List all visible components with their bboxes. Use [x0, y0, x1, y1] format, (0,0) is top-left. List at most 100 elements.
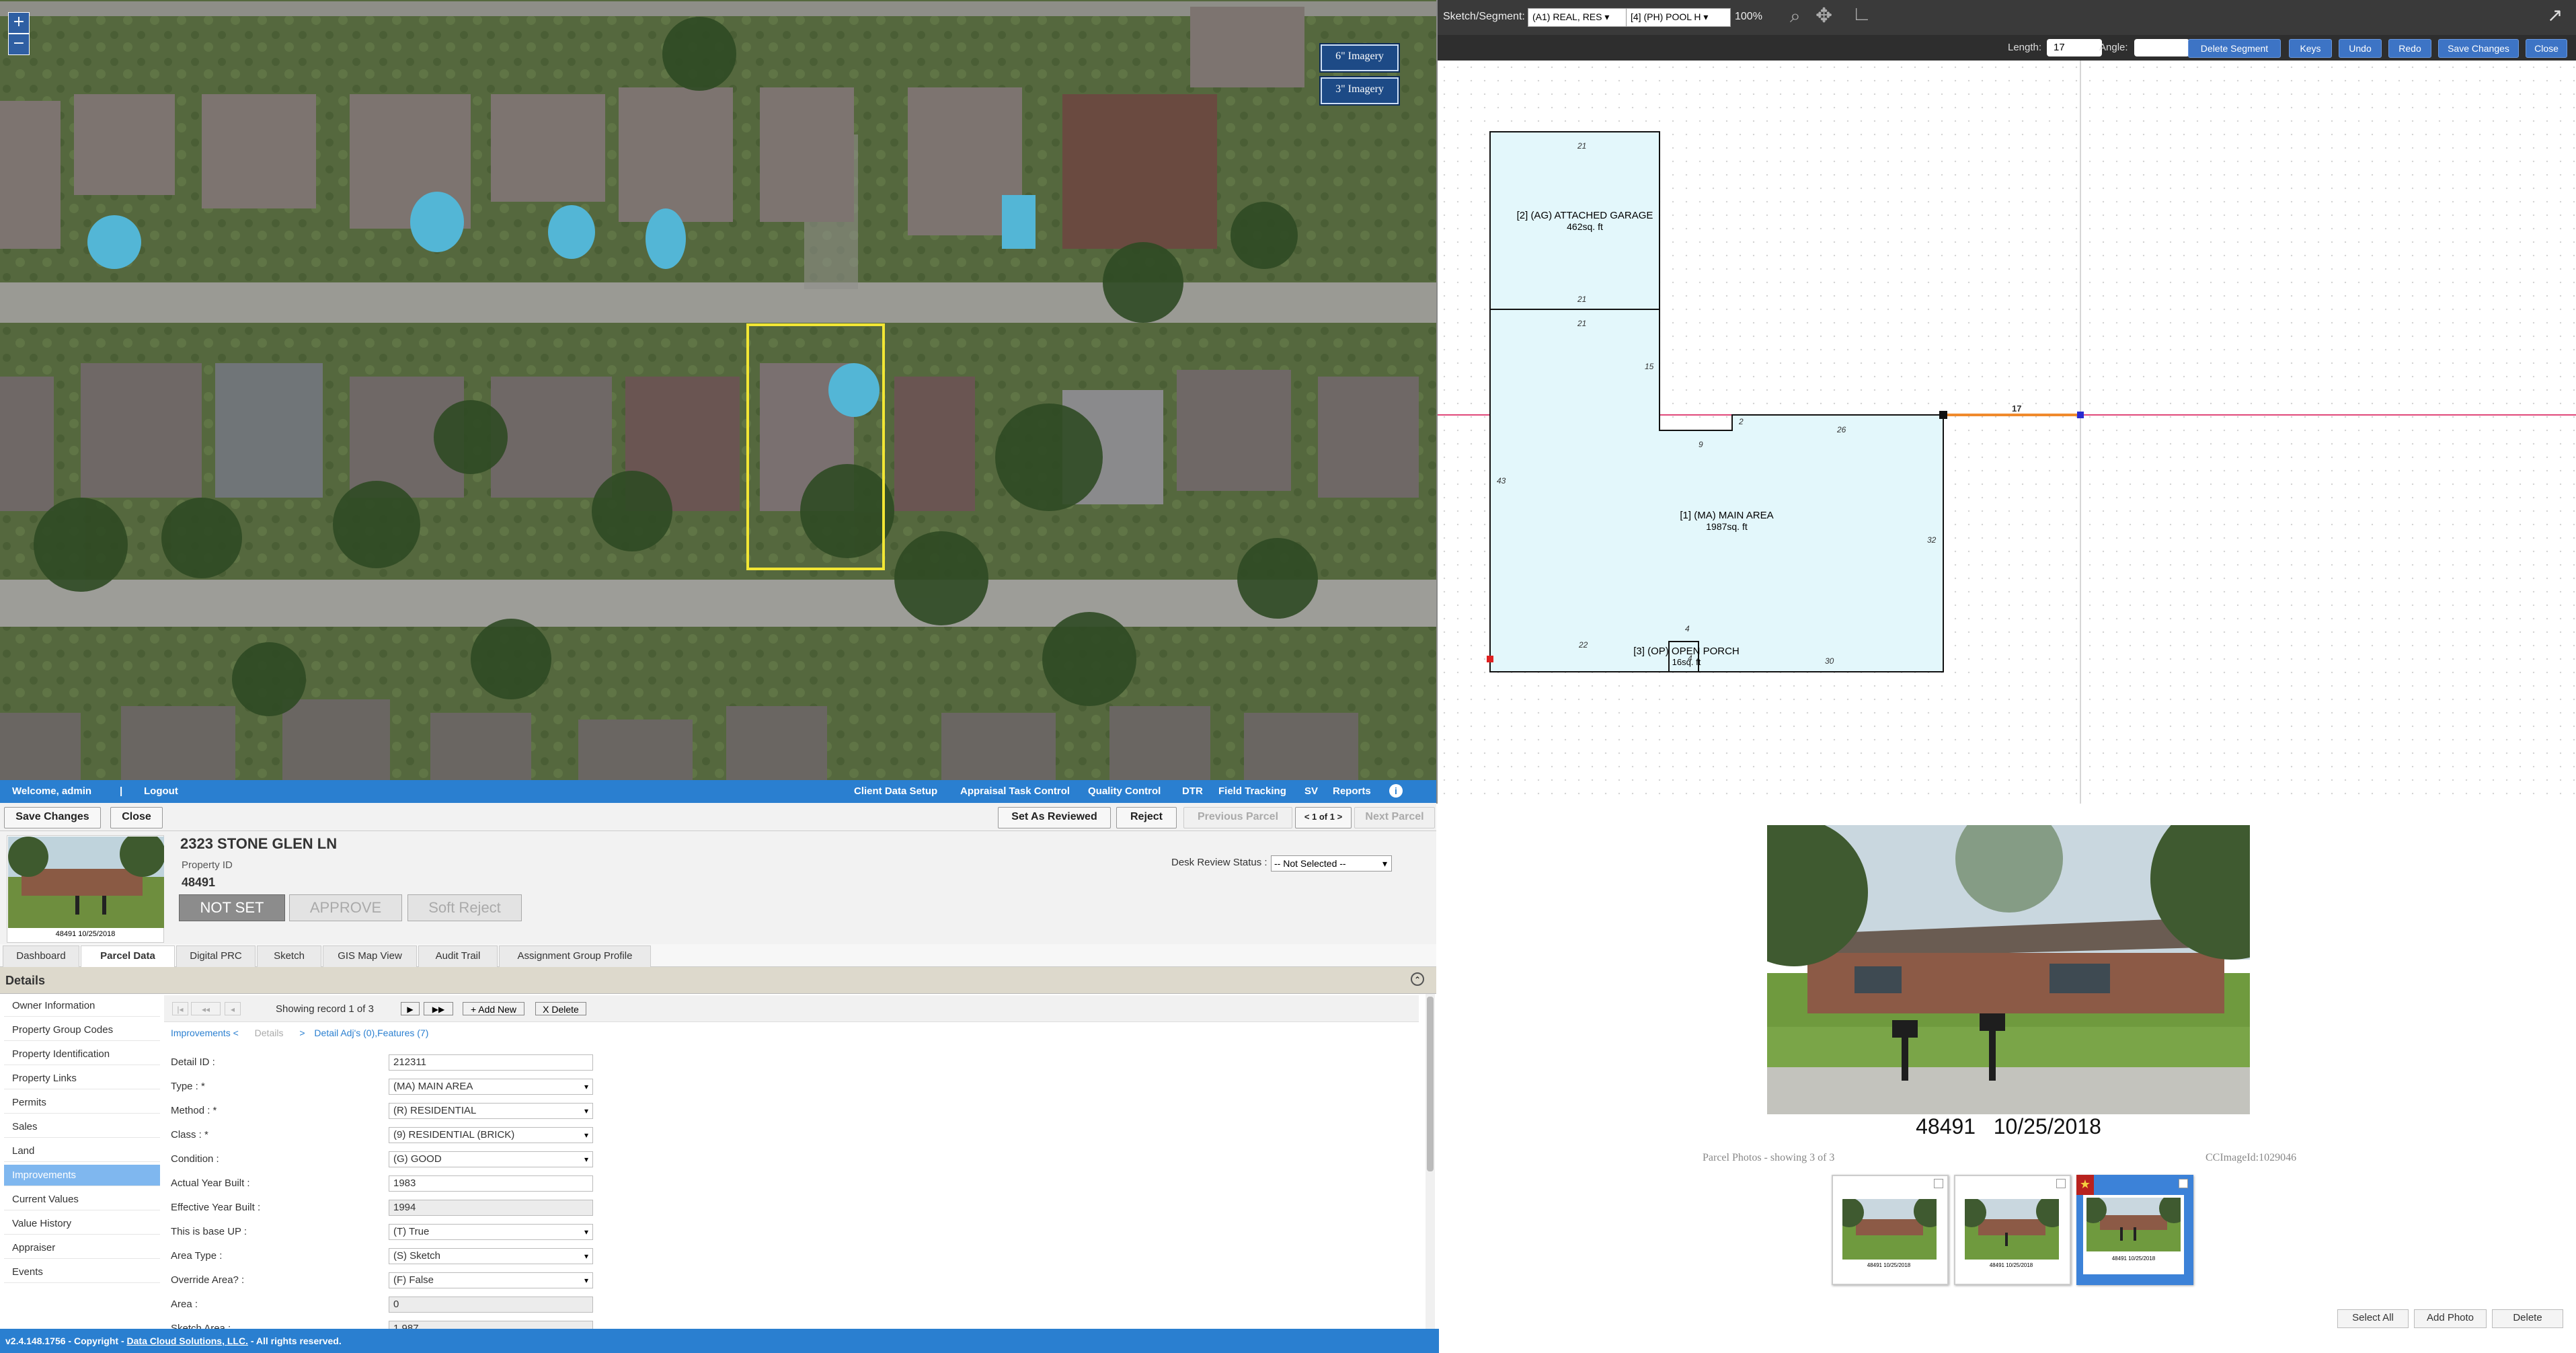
dim-label: 43 — [1497, 476, 1506, 486]
sketch-save-changes-button[interactable]: Save Changes — [2438, 39, 2519, 58]
menu-appraiser[interactable]: Appraiser — [4, 1237, 160, 1259]
field-input[interactable]: 1983 — [389, 1175, 593, 1192]
reject-button[interactable]: Reject — [1116, 807, 1177, 828]
house-photo-thumb — [8, 837, 164, 928]
tab-parcel-data[interactable]: Parcel Data — [81, 945, 175, 968]
add-new-button[interactable]: + Add New — [463, 1002, 524, 1015]
map-zoom-out-button[interactable]: − — [8, 34, 30, 55]
previous-parcel-button[interactable]: Previous Parcel — [1183, 807, 1292, 828]
menu-improvements[interactable]: Improvements — [4, 1165, 160, 1186]
menu-property-links[interactable]: Property Links — [4, 1068, 160, 1089]
menu-owner-information[interactable]: Owner Information — [4, 995, 160, 1017]
tab-dashboard[interactable]: Dashboard — [3, 945, 79, 968]
tab-assignment-group-profile[interactable]: Assignment Group Profile — [499, 945, 651, 968]
field-select[interactable]: (G) GOOD ▾ — [389, 1151, 593, 1167]
status-soft-reject-button[interactable]: Soft Reject — [407, 894, 522, 921]
photo-thumb-1[interactable]: 48491 10/25/2018 — [1832, 1175, 1949, 1285]
aerial-map[interactable]: + − 6" Imagery 3" Imagery — [0, 0, 1436, 780]
select-all-button[interactable]: Select All — [2337, 1309, 2409, 1328]
tab-gis-map-view[interactable]: GIS Map View — [323, 945, 417, 968]
angle-input[interactable] — [2134, 39, 2189, 56]
breadcrumb-features[interactable]: Detail Adj's (0),Features (7) — [314, 1028, 428, 1038]
expand-icon[interactable]: ↗ — [2547, 4, 2563, 26]
nav-field-tracking[interactable]: Field Tracking — [1218, 785, 1286, 797]
photo-thumb-2[interactable]: 48491 10/25/2018 — [1954, 1175, 2071, 1285]
info-icon[interactable]: i — [1389, 784, 1403, 798]
save-changes-button[interactable]: Save Changes — [4, 807, 101, 828]
nav-appraisal-task-control[interactable]: Appraisal Task Control — [960, 785, 1070, 797]
close-button[interactable]: Close — [110, 807, 163, 828]
menu-property-identification[interactable]: Property Identification — [4, 1044, 160, 1065]
nav-reports[interactable]: Reports — [1333, 785, 1371, 797]
map-zoom-in-button[interactable]: + — [8, 12, 30, 34]
imagery-6in-button[interactable]: 6" Imagery — [1321, 44, 1399, 71]
star-icon: ★ — [2076, 1175, 2094, 1195]
first-record-icon[interactable]: |◂ — [172, 1002, 188, 1015]
nav-client-data-setup[interactable]: Client Data Setup — [854, 785, 937, 797]
field-select[interactable]: (R) RESIDENTIAL ▾ — [389, 1103, 593, 1119]
status-not-set-button[interactable]: NOT SET — [179, 894, 285, 921]
thumb-checkbox[interactable] — [2056, 1179, 2066, 1188]
parcel-pager[interactable]: < 1 of 1 > — [1295, 807, 1352, 828]
field-input[interactable]: 1994 — [389, 1200, 593, 1216]
field-select[interactable]: (S) Sketch ▾ — [389, 1248, 593, 1264]
menu-property-group-codes[interactable]: Property Group Codes — [4, 1019, 160, 1041]
magnifier-icon[interactable]: ⌕ — [1790, 5, 1801, 28]
main-house-photo[interactable] — [1767, 825, 2250, 1114]
tab-sketch[interactable]: Sketch — [257, 945, 321, 968]
tab-audit-trail[interactable]: Audit Trail — [418, 945, 498, 968]
undo-button[interactable]: Undo — [2339, 39, 2382, 58]
add-photo-button[interactable]: Add Photo — [2414, 1309, 2487, 1328]
nav-sv[interactable]: SV — [1304, 785, 1318, 797]
forward-icon[interactable]: ▶▶ — [424, 1002, 453, 1015]
nav-dtr[interactable]: DTR — [1182, 785, 1203, 797]
segment-select-2[interactable]: [4] (PH) POOL H ▾ — [1626, 8, 1731, 27]
scrollbar-thumb[interactable] — [1427, 997, 1434, 1171]
length-input[interactable]: 17 — [2047, 39, 2102, 56]
menu-sales[interactable]: Sales — [4, 1116, 160, 1138]
field-select[interactable]: (9) RESIDENTIAL (BRICK) ▾ — [389, 1127, 593, 1143]
delete-photo-button[interactable]: Delete — [2492, 1309, 2563, 1328]
field-select[interactable]: (F) False ▾ — [389, 1272, 593, 1288]
next-parcel-button[interactable]: Next Parcel — [1354, 807, 1435, 828]
set-as-reviewed-button[interactable]: Set As Reviewed — [998, 807, 1111, 828]
segment-select[interactable]: (A1) REAL, RES ▾ — [1528, 8, 1631, 27]
menu-value-history[interactable]: Value History — [4, 1213, 160, 1235]
thumb-checkbox[interactable] — [2179, 1179, 2188, 1188]
field-input[interactable]: 212311 — [389, 1054, 593, 1071]
menu-land[interactable]: Land — [4, 1141, 160, 1162]
sketch-canvas[interactable]: [2] (AG) ATTACHED GARAGE 462sq. ft [1] (M… — [1438, 61, 2576, 804]
breadcrumb-improvements[interactable]: Improvements < — [171, 1028, 239, 1038]
sketch-zoom-level: 100% — [1735, 11, 1762, 22]
menu-current-values[interactable]: Current Values — [4, 1189, 160, 1210]
pan-arrows-icon[interactable]: ✥ — [1816, 4, 1832, 28]
sketch-close-button[interactable]: Close — [2526, 39, 2567, 58]
next-record-icon[interactable]: ▶ — [401, 1002, 420, 1015]
imagery-3in-button[interactable]: 3" Imagery — [1321, 77, 1399, 104]
field-input[interactable]: 0 — [389, 1297, 593, 1313]
desk-review-select[interactable]: -- Not Selected -- ▾ — [1271, 855, 1392, 872]
nav-quality-control[interactable]: Quality Control — [1088, 785, 1161, 797]
tab-digital-prc[interactable]: Digital PRC — [176, 945, 256, 968]
field-select[interactable]: (T) True ▾ — [389, 1224, 593, 1240]
thumb-checkbox[interactable] — [1934, 1179, 1943, 1188]
delete-record-button[interactable]: X Delete — [535, 1002, 586, 1015]
menu-permits[interactable]: Permits — [4, 1092, 160, 1114]
content-scrollbar[interactable] — [1426, 994, 1435, 1329]
redo-button[interactable]: Redo — [2388, 39, 2431, 58]
chevron-down-icon: ▾ — [584, 1155, 588, 1164]
company-link[interactable]: Data Cloud Solutions, LLC. — [127, 1336, 248, 1346]
collapse-icon[interactable]: ⌃ — [1411, 972, 1424, 986]
property-thumbnail[interactable]: 48491 10/25/2018 — [7, 835, 164, 943]
main-area-label: [1] (MA) MAIN AREA 1987sq. ft — [1680, 510, 1774, 532]
logout-link[interactable]: Logout — [144, 785, 178, 797]
field-select[interactable]: (MA) MAIN AREA ▾ — [389, 1079, 593, 1095]
keys-button[interactable]: Keys — [2289, 39, 2332, 58]
photo-thumb-3[interactable]: ★ 48491 10/25/2018 — [2076, 1175, 2193, 1285]
angle-tool-icon[interactable]: ∟ — [1852, 3, 1871, 26]
prev-record-icon[interactable]: ◂ — [225, 1002, 241, 1015]
status-approve-button[interactable]: APPROVE — [289, 894, 402, 921]
rewind-icon[interactable]: ◂◂ — [191, 1002, 221, 1015]
menu-events[interactable]: Events — [4, 1262, 160, 1283]
delete-segment-button[interactable]: Delete Segment — [2188, 39, 2281, 58]
